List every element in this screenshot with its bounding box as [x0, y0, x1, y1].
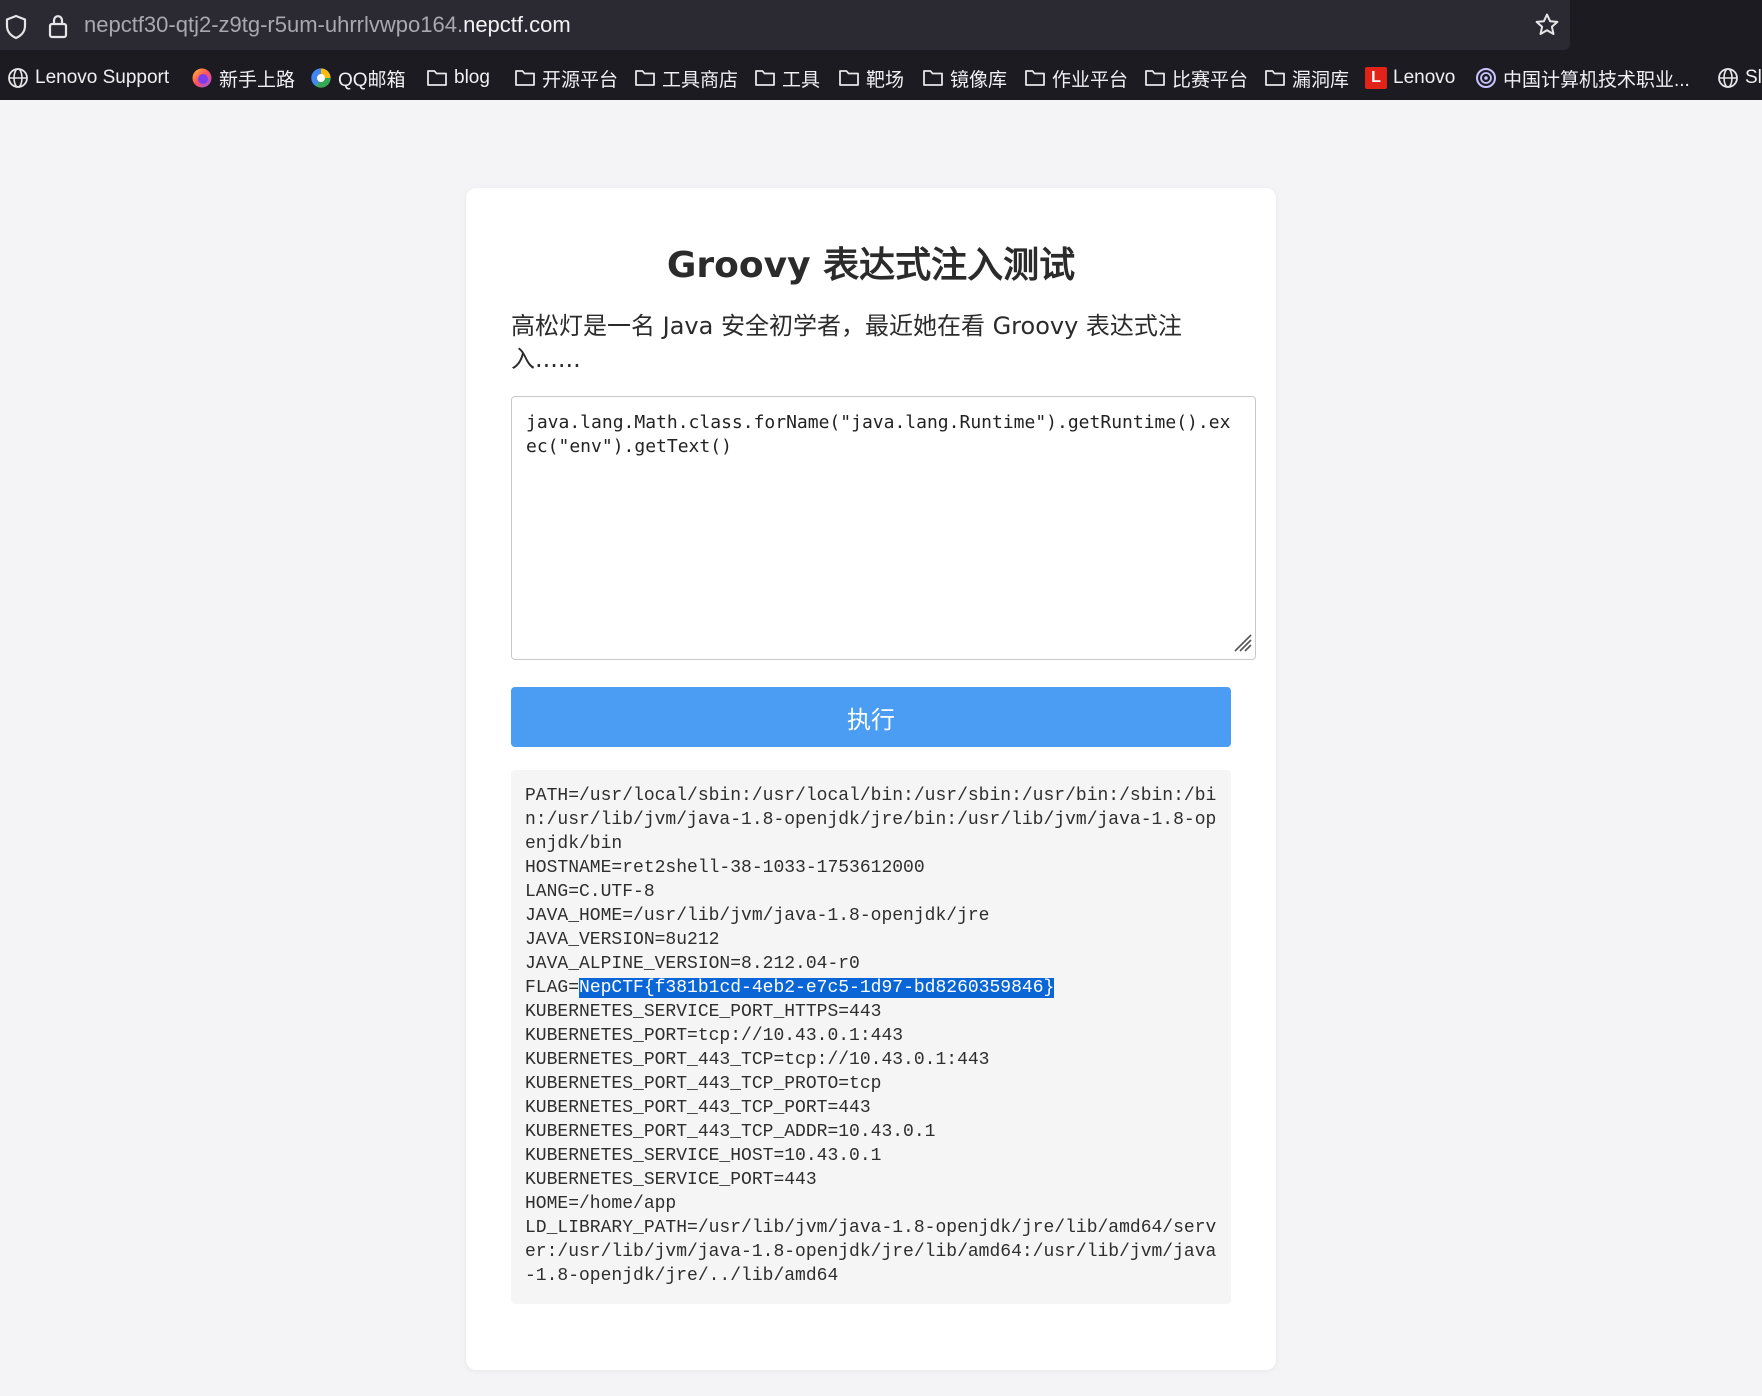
output-line: PATH=/usr/local/sbin:/usr/local/bin:/usr… — [525, 786, 1217, 854]
output-line: JAVA_ALPINE_VERSION=8.212.04-r0 — [525, 954, 860, 974]
output-line: KUBERNETES_SERVICE_PORT=443 — [525, 1170, 817, 1190]
output-line: KUBERNETES_SERVICE_PORT_HTTPS=443 — [525, 1002, 882, 1022]
output-line: LANG=C.UTF-8 — [525, 882, 655, 902]
bookmark-sl[interactable]: Sl — [1716, 63, 1762, 93]
bookmark-label: 靶场 — [866, 69, 905, 91]
bookmark-tools[interactable]: 工具 — [753, 63, 820, 93]
bookmark-blog[interactable]: blog — [425, 63, 490, 93]
bookmark-mirror[interactable]: 镜像库 — [921, 63, 1007, 93]
bookmark-label: 漏洞库 — [1292, 69, 1350, 91]
bookmark-label: 比赛平台 — [1172, 69, 1249, 91]
url-subdomain: nepctf30-qtj2-z9tg-r5um-uhrrlvwpo164. — [84, 12, 464, 37]
output-line: LD_LIBRARY_PATH=/usr/lib/jvm/java-1.8-op… — [525, 1218, 1217, 1286]
folder-icon — [837, 66, 861, 90]
folder-icon — [1023, 66, 1047, 90]
bookmark-qqmail[interactable]: QQ邮箱 — [309, 63, 406, 93]
url-text[interactable]: nepctf30-qtj2-z9tg-r5um-uhrrlvwpo164.nep… — [84, 12, 571, 38]
folder-icon — [1263, 66, 1287, 90]
page-title: Groovy 表达式注入测试 — [666, 245, 1076, 286]
globe-icon — [1716, 66, 1740, 90]
output-line: JAVA_VERSION=8u212 — [525, 930, 720, 950]
execute-button[interactable]: 执行 — [511, 687, 1231, 747]
output-line-flag: FLAG=NepCTF{f381b1cd-4eb2-e7c5-1d97-bd82… — [525, 976, 1217, 1000]
bookmark-label: QQ邮箱 — [338, 69, 406, 91]
bookmark-label: 工具商店 — [662, 69, 739, 91]
folder-icon — [921, 66, 945, 90]
bookmark-homework[interactable]: 作业平台 — [1023, 63, 1128, 93]
resize-handle-icon[interactable] — [1229, 629, 1253, 657]
flag-key: FLAG= — [525, 978, 580, 998]
bookmark-open-source[interactable]: 开源平台 — [513, 63, 618, 93]
bookmark-lenovo[interactable]: L Lenovo — [1364, 63, 1455, 93]
output-line: KUBERNETES_PORT=tcp://10.43.0.1:443 — [525, 1026, 904, 1046]
lenovo-icon: L — [1364, 66, 1388, 90]
expression-text: java.lang.Math.class.forName("java.lang.… — [526, 412, 1231, 457]
expression-textarea[interactable]: java.lang.Math.class.forName("java.lang.… — [511, 396, 1256, 660]
bookmark-label: 作业平台 — [1052, 69, 1129, 91]
output-line: KUBERNETES_PORT_443_TCP_ADDR=10.43.0.1 — [525, 1122, 936, 1142]
main-card: Groovy 表达式注入测试 高松灯是一名 Java 安全初学者，最近她在看 G… — [466, 188, 1276, 1370]
bookmark-contest[interactable]: 比赛平台 — [1143, 63, 1248, 93]
bookmark-label: 镜像库 — [950, 69, 1008, 91]
qqmail-icon — [309, 66, 333, 90]
output-line: HOME=/home/app — [525, 1194, 677, 1214]
browser-toolbar: nepctf30-qtj2-z9tg-r5um-uhrrlvwpo164.nep… — [0, 0, 1762, 56]
bookmarks-bar: Lenovo Support 新手上路 QQ邮箱 blog 开源平台 工具商店 … — [0, 56, 1762, 100]
bookmark-range[interactable]: 靶场 — [837, 63, 904, 93]
bookmark-tool-store[interactable]: 工具商店 — [633, 63, 738, 93]
folder-icon — [1143, 66, 1167, 90]
bookmark-label: 工具 — [782, 69, 821, 91]
bookmark-label: 新手上路 — [219, 69, 296, 91]
lock-icon[interactable] — [46, 13, 70, 43]
output-line: KUBERNETES_PORT_443_TCP=tcp://10.43.0.1:… — [525, 1050, 990, 1070]
folder-icon — [513, 66, 537, 90]
output-panel: PATH=/usr/local/sbin:/usr/local/bin:/usr… — [511, 770, 1231, 1304]
shield-icon[interactable] — [4, 14, 28, 44]
flag-value-selected[interactable]: NepCTF{f381b1cd-4eb2-e7c5-1d97-bd8260359… — [579, 978, 1055, 998]
firefox-icon — [190, 66, 214, 90]
output-line: KUBERNETES_PORT_443_TCP_PROTO=tcp — [525, 1074, 882, 1094]
folder-icon — [425, 66, 449, 90]
page-description: 高松灯是一名 Java 安全初学者，最近她在看 Groovy 表达式注入....… — [511, 312, 1182, 373]
url-domain: nepctf.com — [463, 12, 571, 37]
bookmark-label: 中国计算机技术职业... — [1503, 69, 1690, 91]
bookmark-label: Lenovo — [1393, 67, 1456, 88]
bookmark-getting-started[interactable]: 新手上路 — [190, 63, 295, 93]
bookmark-label: blog — [454, 67, 490, 88]
bookmark-label: Sl — [1745, 67, 1762, 88]
output-line: HOSTNAME=ret2shell-38-1033-1753612000 — [525, 858, 925, 878]
bookmark-label: Lenovo Support — [35, 67, 170, 88]
folder-icon — [753, 66, 777, 90]
bookmark-ccict[interactable]: 中国计算机技术职业... — [1474, 63, 1690, 93]
address-bar[interactable]: nepctf30-qtj2-z9tg-r5um-uhrrlvwpo164.nep… — [0, 0, 1570, 50]
folder-icon — [633, 66, 657, 90]
output-line: JAVA_HOME=/usr/lib/jvm/java-1.8-openjdk/… — [525, 906, 990, 926]
output-line: KUBERNETES_SERVICE_HOST=10.43.0.1 — [525, 1146, 882, 1166]
bookmark-vuln-db[interactable]: 漏洞库 — [1263, 63, 1349, 93]
org-icon — [1474, 66, 1498, 90]
output-line: KUBERNETES_PORT_443_TCP_PORT=443 — [525, 1098, 871, 1118]
bookmark-star-icon[interactable] — [1534, 12, 1560, 42]
bookmark-label: 开源平台 — [542, 69, 619, 91]
bookmark-lenovo-support[interactable]: Lenovo Support — [6, 63, 169, 93]
globe-icon — [6, 66, 30, 90]
